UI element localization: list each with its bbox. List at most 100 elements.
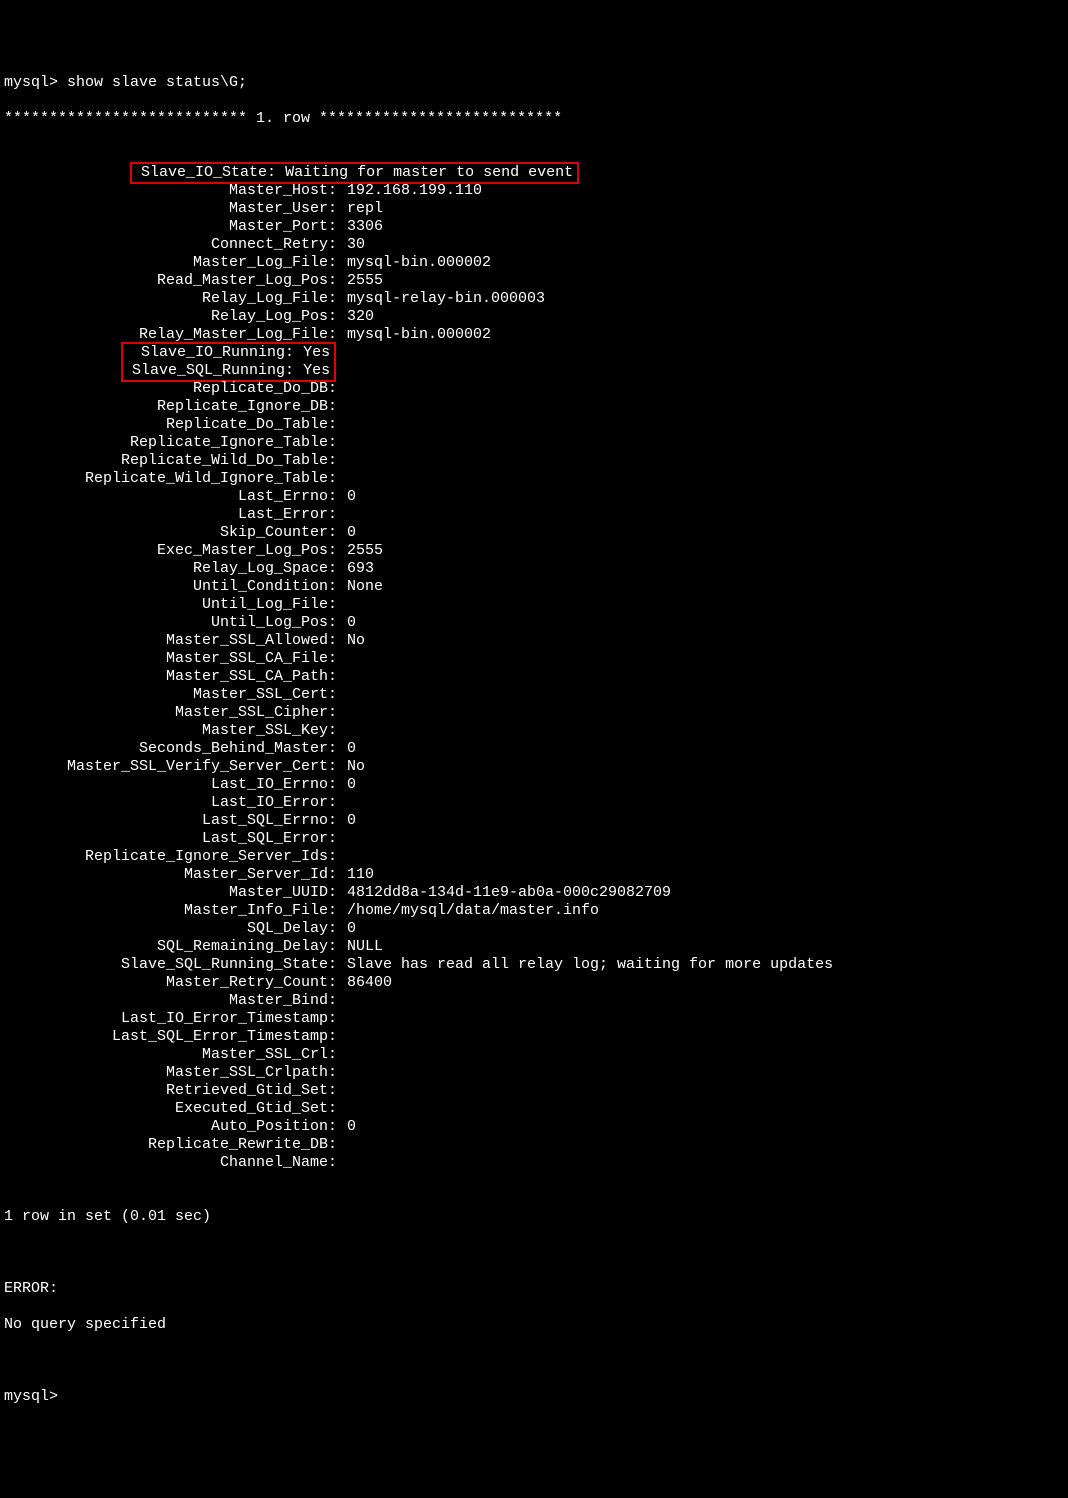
status-row: Skip_Counter: 0: [4, 524, 1064, 542]
status-key: Last_Error: [4, 506, 328, 524]
colon: :: [328, 614, 338, 632]
status-value: [338, 1046, 347, 1064]
blank-line: [4, 1244, 1064, 1262]
colon: :: [328, 686, 338, 704]
status-row: Replicate_Do_DB:: [4, 380, 1064, 398]
status-value: 0: [338, 1118, 356, 1136]
colon: :: [328, 380, 338, 398]
status-key: SQL_Delay: [4, 920, 328, 938]
status-row: Master_Port: 3306: [4, 218, 1064, 236]
status-key: Relay_Log_File: [4, 290, 328, 308]
status-row: Master_UUID: 4812dd8a-134d-11e9-ab0a-000…: [4, 884, 1064, 902]
colon: :: [328, 290, 338, 308]
colon: :: [328, 1046, 338, 1064]
status-row: Relay_Log_Space: 693: [4, 560, 1064, 578]
status-value: 86400: [338, 974, 392, 992]
status-row: Last_Errno: 0: [4, 488, 1064, 506]
status-value: Waiting for master to send event: [285, 164, 573, 181]
status-value: 30: [338, 236, 365, 254]
status-row: Last_SQL_Error_Timestamp:: [4, 1028, 1064, 1046]
status-value: [338, 1028, 347, 1046]
status-key: Master_SSL_Crlpath: [4, 1064, 328, 1082]
status-row: Slave_IO_Running: Yes Slave_SQL_Running:…: [4, 344, 1064, 380]
error-message: No query specified: [4, 1316, 1064, 1334]
colon: :: [328, 830, 338, 848]
colon: :: [328, 668, 338, 686]
colon: :: [328, 236, 338, 254]
rows-footer-text: 1 row in set (0.01 sec): [4, 1208, 211, 1225]
status-key: Master_SSL_Allowed: [4, 632, 328, 650]
colon: :: [328, 884, 338, 902]
status-value: 2555: [338, 272, 383, 290]
status-key: Master_SSL_Crl: [4, 1046, 328, 1064]
status-value: [338, 470, 347, 488]
status-row: Replicate_Wild_Do_Table:: [4, 452, 1064, 470]
status-key: Master_Bind: [4, 992, 328, 1010]
status-row: Replicate_Wild_Ignore_Table:: [4, 470, 1064, 488]
status-value: repl: [338, 200, 383, 218]
status-value: 320: [338, 308, 374, 326]
colon: :: [328, 974, 338, 992]
status-key: Master_UUID: [4, 884, 328, 902]
mysql-prompt-line[interactable]: mysql> show slave status\G;: [4, 74, 1064, 92]
status-value: mysql-bin.000002: [338, 254, 491, 272]
status-key: Replicate_Wild_Ignore_Table: [4, 470, 328, 488]
status-key: Last_Errno: [4, 488, 328, 506]
status-value: [338, 650, 347, 668]
colon: :: [328, 920, 338, 938]
colon: :: [328, 866, 338, 884]
status-row: Master_SSL_Crl:: [4, 1046, 1064, 1064]
status-row: Master_SSL_Cipher:: [4, 704, 1064, 722]
status-row: Master_SSL_Allowed: No: [4, 632, 1064, 650]
status-row: Last_IO_Errno: 0: [4, 776, 1064, 794]
status-row: Connect_Retry: 30: [4, 236, 1064, 254]
status-value: [338, 704, 347, 722]
status-row: Master_SSL_Crlpath:: [4, 1064, 1064, 1082]
colon: :: [328, 1154, 338, 1172]
status-rows: Slave_IO_State: Waiting for master to se…: [4, 164, 1064, 1172]
status-row: Retrieved_Gtid_Set:: [4, 1082, 1064, 1100]
status-key: Master_SSL_Verify_Server_Cert: [4, 758, 328, 776]
status-row: Master_SSL_CA_File:: [4, 650, 1064, 668]
status-row: Relay_Log_File: mysql-relay-bin.000003: [4, 290, 1064, 308]
status-key: Last_SQL_Error: [4, 830, 328, 848]
status-key: Slave_SQL_Running_State: [4, 956, 328, 974]
status-value: /home/mysql/data/master.info: [338, 902, 599, 920]
status-row: Channel_Name:: [4, 1154, 1064, 1172]
colon: :: [328, 992, 338, 1010]
status-key: Replicate_Do_DB: [4, 380, 328, 398]
colon: :: [328, 938, 338, 956]
status-row: SQL_Remaining_Delay: NULL: [4, 938, 1064, 956]
status-key: Replicate_Wild_Do_Table: [4, 452, 328, 470]
status-row: Last_SQL_Errno: 0: [4, 812, 1064, 830]
status-key: Channel_Name: [4, 1154, 328, 1172]
status-value: 3306: [338, 218, 383, 236]
colon: :: [328, 1064, 338, 1082]
status-key: Slave_SQL_Running:: [123, 362, 303, 379]
status-value: mysql-bin.000002: [338, 326, 491, 344]
status-row: Master_SSL_Verify_Server_Cert: No: [4, 758, 1064, 776]
colon: :: [328, 1082, 338, 1100]
status-value: 0: [338, 740, 356, 758]
status-key: Master_Log_File: [4, 254, 328, 272]
status-row: Seconds_Behind_Master: 0: [4, 740, 1064, 758]
status-value: 0: [338, 920, 356, 938]
status-key: Master_SSL_Key: [4, 722, 328, 740]
status-row: Master_SSL_Key:: [4, 722, 1064, 740]
highlight-box-io-state: Slave_IO_State: Waiting for master to se…: [130, 162, 579, 184]
mysql-prompt-2[interactable]: mysql>: [4, 1388, 1064, 1406]
status-key: Master_Server_Id: [4, 866, 328, 884]
status-key: Exec_Master_Log_Pos: [4, 542, 328, 560]
status-key: Read_Master_Log_Pos: [4, 272, 328, 290]
status-row: Master_Bind:: [4, 992, 1064, 1010]
status-key: Master_SSL_CA_File: [4, 650, 328, 668]
status-value: 192.168.199.110: [338, 182, 482, 200]
status-value: [338, 1136, 347, 1154]
status-value: [338, 506, 347, 524]
row-header: *************************** 1. row *****…: [4, 110, 1064, 128]
status-row: Exec_Master_Log_Pos: 2555: [4, 542, 1064, 560]
status-key: Retrieved_Gtid_Set: [4, 1082, 328, 1100]
status-key: Master_User: [4, 200, 328, 218]
status-key: Until_Condition: [4, 578, 328, 596]
prompt-text: mysql> show slave status\G;: [4, 74, 247, 91]
